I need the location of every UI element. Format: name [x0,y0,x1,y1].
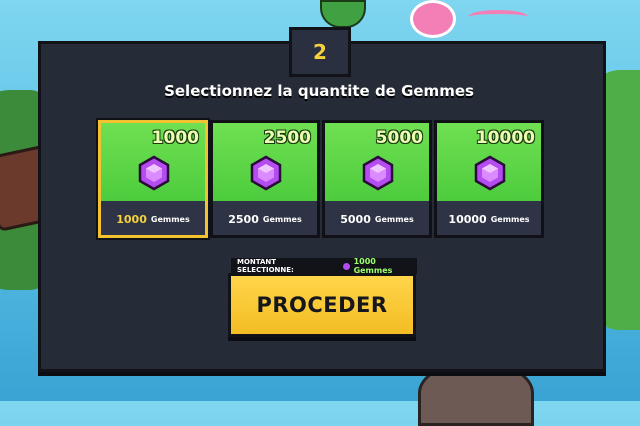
card-top: 2500 [213,123,317,201]
gem-icon [362,155,394,191]
step-indicator: 2 [289,27,351,77]
card-top: 5000 [325,123,429,201]
card-label-number: 5000 [340,212,371,226]
card-label-unit: Gemmes [150,214,190,224]
card-top: 10000 [437,123,541,201]
selected-amount-label: MONTANT SELECTIONNE: [237,258,294,274]
panel-title: Selectionnez la quantite de Gemmes [164,82,474,100]
background-leaf [320,0,366,28]
gem-option-2500[interactable]: 2500 2500 Gemmes [210,120,320,238]
card-label-number: 2500 [228,212,259,226]
background-flower [410,0,456,38]
card-label-unit: Gemmes [262,214,302,224]
card-label: 5000 Gemmes [325,203,429,235]
gem-option-5000[interactable]: 5000 5000 Gemmes [322,120,432,238]
card-label: 2500 Gemmes [213,203,317,235]
gem-option-10000[interactable]: 10000 10000 Gemmes [434,120,544,238]
card-top: 1000 [101,123,205,201]
proceed-button[interactable]: PROCEDER [228,273,416,337]
card-label-number: 1000 [116,212,147,226]
card-label: 1000 Gemmes [101,203,205,235]
card-amount: 1000 [151,128,199,148]
card-amount: 2500 [263,128,311,148]
gem-icon [342,262,350,270]
gem-option-1000[interactable]: 1000 1000 Gemmes [98,120,208,238]
card-amount: 10000 [475,128,535,148]
gem-icon [474,155,506,191]
background-squiggle [468,10,528,24]
step-number: 2 [313,40,327,64]
gem-icon [250,155,282,191]
card-label-unit: Gemmes [490,214,530,224]
selected-amount-bar: MONTANT SELECTIONNE: 1000 Gemmes [231,257,417,275]
card-label-number: 10000 [448,212,487,226]
card-amount: 5000 [375,128,423,148]
gem-icon [138,155,170,191]
card-label-unit: Gemmes [374,214,414,224]
card-label: 10000 Gemmes [437,203,541,235]
gem-options: 1000 1000 Gemmes 2500 2500 Gemmes 5000 5… [98,120,548,238]
